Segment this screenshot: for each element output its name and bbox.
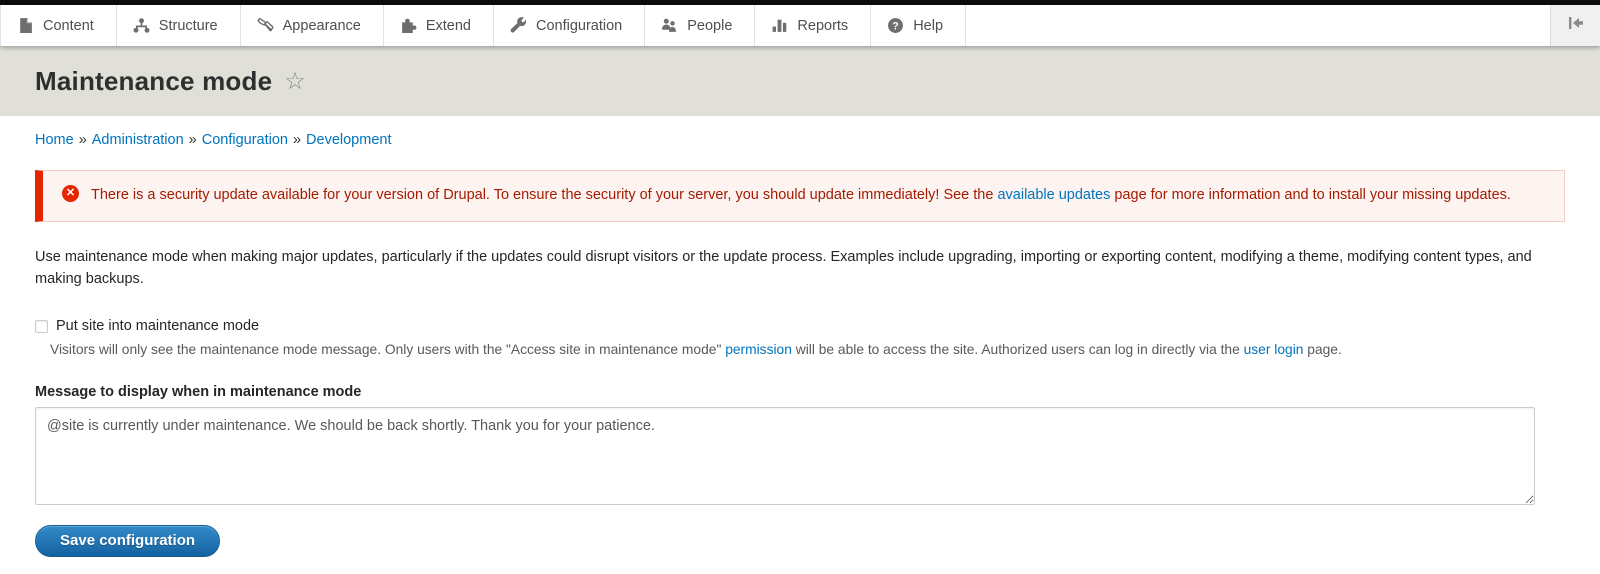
maintenance-message-textarea[interactable]: @site is currently under maintenance. We… (35, 407, 1535, 505)
toolbar-item-label: Help (913, 18, 943, 34)
form-actions: Save configuration (35, 525, 1565, 557)
toolbar-item-extend[interactable]: Extend (384, 5, 494, 46)
toolbar-item-structure[interactable]: Structure (117, 5, 241, 46)
toolbar-item-label: People (687, 18, 732, 34)
toolbar-item-appearance[interactable]: Appearance (241, 5, 384, 46)
maintenance-mode-checkbox[interactable] (35, 320, 48, 333)
breadcrumb-link-configuration[interactable]: Configuration (202, 132, 288, 148)
toolbar-collapse-icon (1568, 16, 1584, 35)
available-updates-link[interactable]: available updates (997, 187, 1110, 203)
extend-icon (400, 17, 417, 34)
breadcrumb-link-development[interactable]: Development (306, 132, 391, 148)
toolbar-orientation-toggle[interactable] (1550, 5, 1600, 46)
toolbar-spacer (966, 5, 1550, 46)
structure-icon (133, 17, 150, 34)
appearance-icon (257, 17, 274, 34)
toolbar-item-label: Appearance (283, 18, 361, 34)
toolbar-item-label: Configuration (536, 18, 622, 34)
star-outline-icon[interactable]: ☆ (284, 70, 306, 94)
main-content: Home » Administration » Configuration » Develo… (0, 116, 1600, 557)
security-update-error-message: ✕ There is a security update available f… (35, 170, 1565, 222)
svg-text:?: ? (892, 20, 898, 32)
breadcrumb-separator: » (79, 132, 87, 148)
toolbar-item-label: Reports (797, 18, 848, 34)
maintenance-mode-checkbox-row: Put site into maintenance mode (35, 318, 1565, 334)
error-text-after: page for more information and to install… (1110, 187, 1511, 203)
admin-toolbar-menu: Content Structure Appearance Extend Conf (0, 5, 966, 46)
breadcrumb-separator: » (189, 132, 197, 148)
content-icon (17, 17, 34, 34)
message-field-label: Message to display when in maintenance m… (35, 384, 1565, 400)
maintenance-mode-checkbox-label[interactable]: Put site into maintenance mode (56, 318, 259, 334)
save-configuration-button[interactable]: Save configuration (35, 525, 220, 557)
description-text-3: page. (1303, 342, 1341, 357)
permission-link[interactable]: permission (725, 342, 792, 357)
description-text-1: Visitors will only see the maintenance m… (50, 342, 725, 357)
toolbar-item-label: Content (43, 18, 94, 34)
page-title: Maintenance mode (35, 66, 272, 97)
maintenance-mode-description: Visitors will only see the maintenance m… (50, 340, 1565, 360)
configuration-icon (510, 17, 527, 34)
error-icon: ✕ (62, 185, 79, 202)
toolbar-item-people[interactable]: People (645, 5, 755, 46)
breadcrumb-separator: » (293, 132, 301, 148)
error-text-before: There is a security update available for… (91, 187, 997, 203)
breadcrumb-link-home[interactable]: Home (35, 132, 74, 148)
toolbar-item-content[interactable]: Content (0, 5, 117, 46)
toolbar-item-label: Structure (159, 18, 218, 34)
reports-icon (771, 17, 788, 34)
user-login-link[interactable]: user login (1244, 342, 1304, 357)
breadcrumb: Home » Administration » Configuration » Develo… (35, 132, 1565, 148)
admin-toolbar: Content Structure Appearance Extend Conf (0, 5, 1600, 46)
toolbar-item-configuration[interactable]: Configuration (494, 5, 645, 46)
toolbar-item-label: Extend (426, 18, 471, 34)
help-icon: ? (887, 17, 904, 34)
page-header: Maintenance mode ☆ (0, 46, 1600, 116)
breadcrumb-link-administration[interactable]: Administration (92, 132, 184, 148)
toolbar-item-reports[interactable]: Reports (755, 5, 871, 46)
toolbar-item-help[interactable]: ? Help (871, 5, 966, 46)
description-text-2: will be able to access the site. Authori… (792, 342, 1244, 357)
maintenance-mode-intro: Use maintenance mode when making major u… (35, 246, 1565, 290)
people-icon (661, 17, 678, 34)
